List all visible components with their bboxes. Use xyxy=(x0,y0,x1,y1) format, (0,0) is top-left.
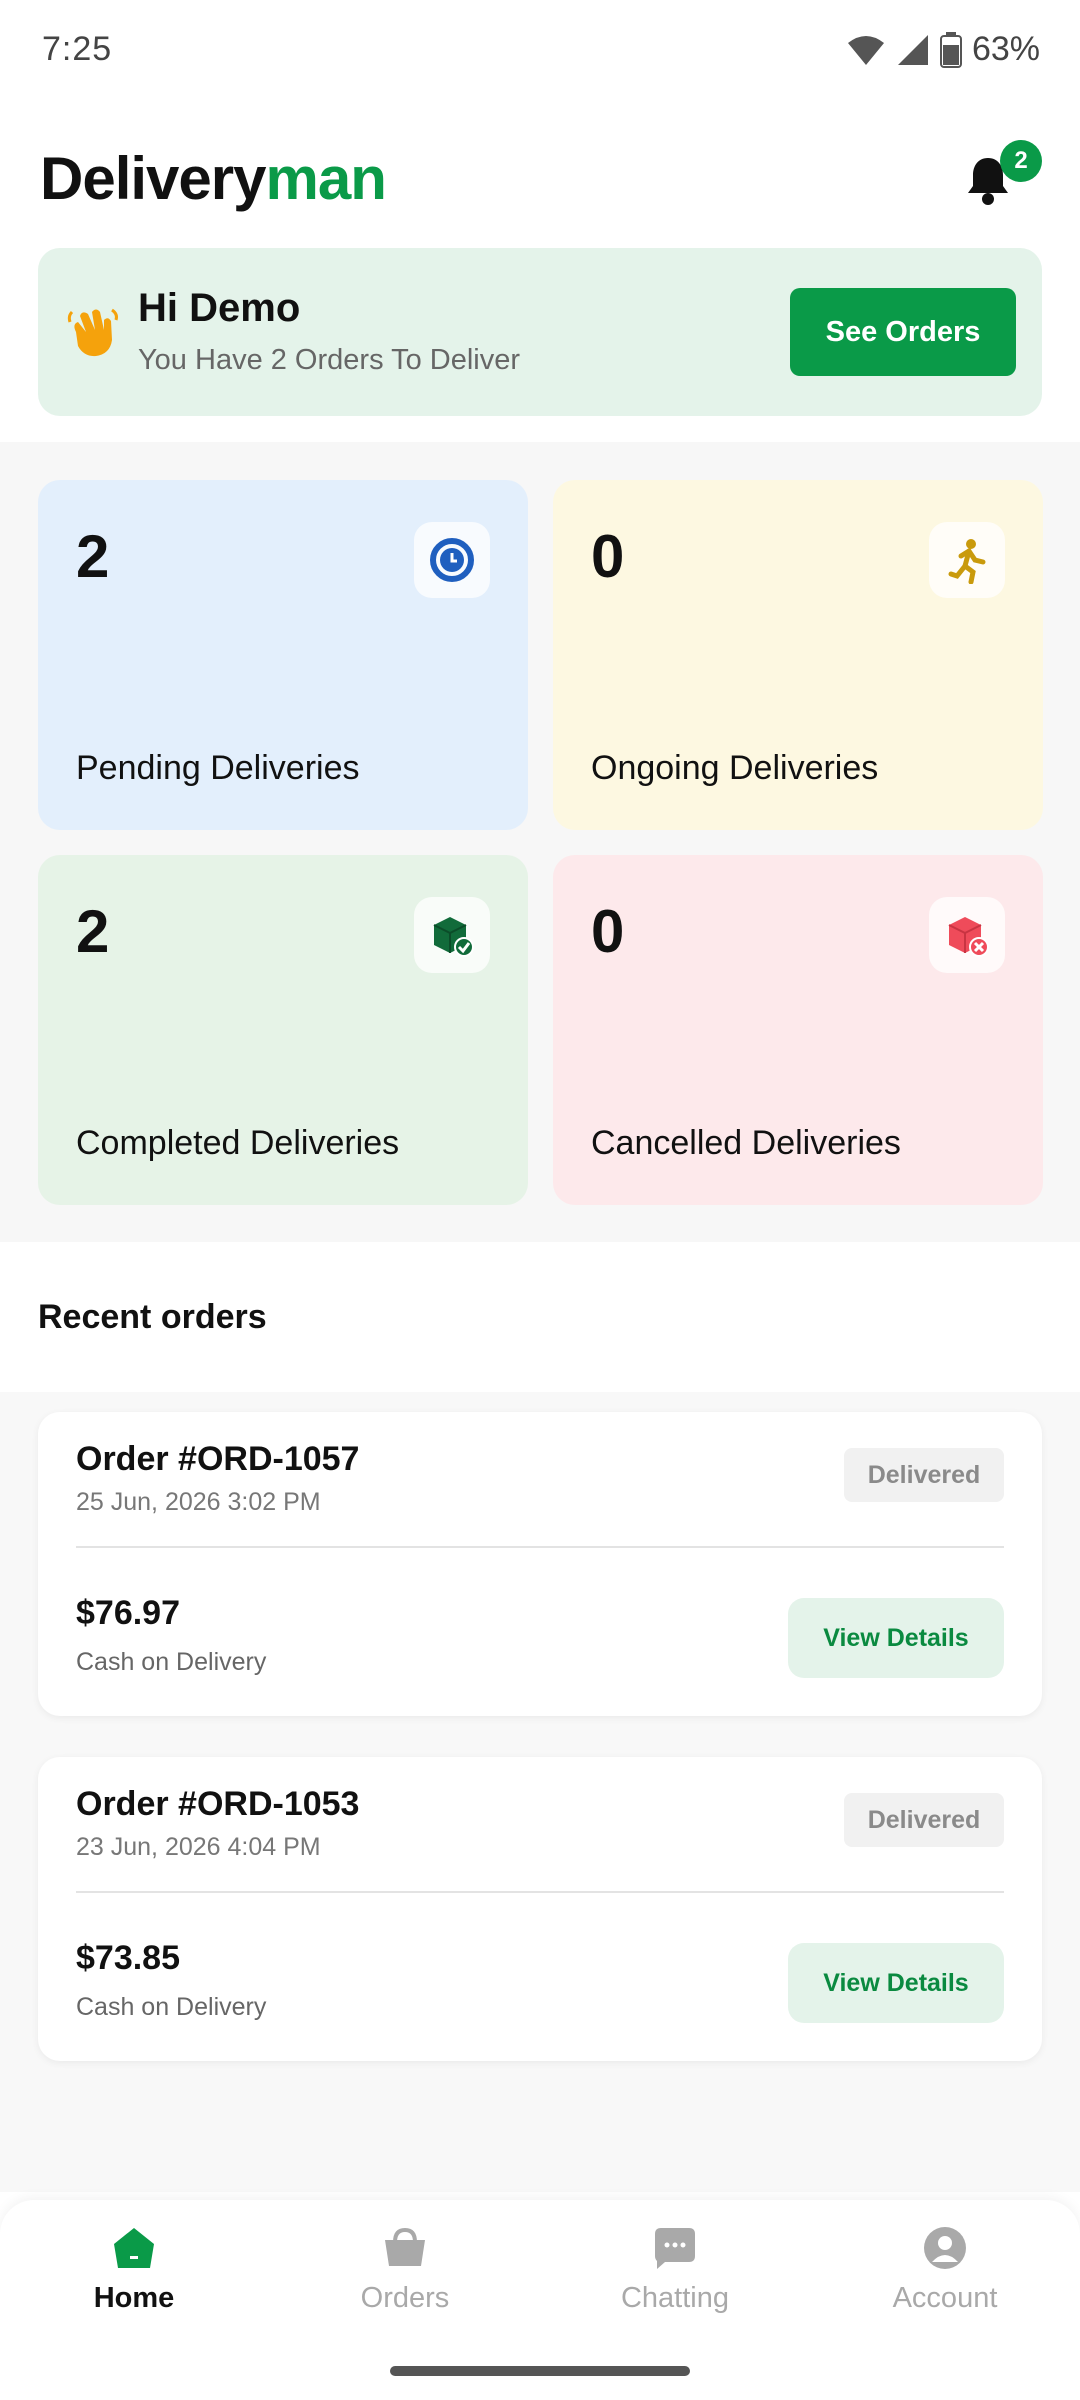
clock-icon xyxy=(414,522,490,598)
basket-icon xyxy=(385,2227,425,2266)
nav-chatting-label: Chatting xyxy=(620,2282,729,2314)
divider xyxy=(76,1546,1004,1548)
order-id: Order #ORD-1053 xyxy=(76,1785,360,1823)
ongoing-deliveries-card[interactable]: 0 Ongoing Deliveries xyxy=(553,480,1043,830)
pending-count: 2 xyxy=(76,523,110,590)
ongoing-label: Ongoing Deliveries xyxy=(591,749,879,787)
notification-badge: 2 xyxy=(1000,140,1042,182)
order-amount: $73.85 xyxy=(76,1939,180,1977)
status-time: 7:25 xyxy=(42,30,113,68)
chat-icon xyxy=(655,2228,695,2269)
nav-orders[interactable]: Orders xyxy=(295,2224,515,2334)
nav-account[interactable]: Account xyxy=(835,2224,1055,2334)
pending-label: Pending Deliveries xyxy=(76,749,360,787)
box-cancel-icon xyxy=(929,897,1005,973)
cancelled-label: Cancelled Deliveries xyxy=(591,1124,901,1162)
nav-orders-label: Orders xyxy=(360,2282,450,2314)
cancelled-count: 0 xyxy=(591,898,625,965)
order-id: Order #ORD-1057 xyxy=(76,1440,360,1478)
nav-account-label: Account xyxy=(892,2282,998,2314)
status-icons: 63% xyxy=(846,30,1040,69)
app-title-part2: man xyxy=(265,145,387,212)
battery-percent: 63% xyxy=(971,30,1040,68)
greeting-title: Hi Demo xyxy=(138,286,301,330)
view-details-button[interactable]: View Details xyxy=(788,1943,1004,2023)
notifications-button[interactable]: 2 xyxy=(956,140,1042,212)
waving-hand-icon xyxy=(67,308,118,357)
cancelled-deliveries-card[interactable]: 0 Cancelled Deliveries xyxy=(553,855,1043,1205)
nav-home[interactable]: Home xyxy=(24,2224,244,2334)
view-details-button[interactable]: View Details xyxy=(788,1598,1004,1678)
payment-method: Cash on Delivery xyxy=(76,1993,267,2021)
greeting-card: Hi Demo You Have 2 Orders To Deliver See… xyxy=(38,248,1042,416)
account-icon xyxy=(924,2227,966,2269)
battery-icon xyxy=(939,31,962,68)
pending-deliveries-card[interactable]: 2 Pending Deliveries xyxy=(38,480,528,830)
order-card[interactable]: Order #ORD-1057 25 Jun, 2026 3:02 PM Del… xyxy=(38,1412,1042,1716)
nav-home-label: Home xyxy=(93,2282,175,2314)
completed-label: Completed Deliveries xyxy=(76,1124,400,1162)
wifi-icon xyxy=(847,35,884,65)
order-date: 25 Jun, 2026 3:02 PM xyxy=(76,1488,321,1516)
status-badge: Delivered xyxy=(844,1448,1004,1502)
see-orders-button[interactable]: See Orders xyxy=(790,288,1016,376)
ongoing-count: 0 xyxy=(591,523,625,590)
divider xyxy=(76,1891,1004,1893)
status-bar: 7:25 63% xyxy=(0,0,1080,100)
signal-icon xyxy=(897,34,928,65)
recent-orders-title: Recent orders xyxy=(38,1298,267,1336)
status-badge: Delivered xyxy=(844,1793,1004,1847)
completed-deliveries-card[interactable]: 2 Completed Deliveries xyxy=(38,855,528,1205)
home-icon xyxy=(114,2228,154,2268)
order-amount: $76.97 xyxy=(76,1594,180,1632)
completed-count: 2 xyxy=(76,898,110,965)
app-title: Deliveryman xyxy=(40,144,387,213)
order-date: 23 Jun, 2026 4:04 PM xyxy=(76,1833,321,1861)
app-title-part1: Delivery xyxy=(40,145,266,212)
greeting-subtitle: You Have 2 Orders To Deliver xyxy=(138,344,521,376)
running-person-icon xyxy=(929,522,1005,598)
app-header: Deliveryman 2 xyxy=(0,130,1080,230)
home-indicator[interactable] xyxy=(390,2366,690,2376)
payment-method: Cash on Delivery xyxy=(76,1648,267,1676)
box-check-icon xyxy=(414,897,490,973)
order-card[interactable]: Order #ORD-1053 23 Jun, 2026 4:04 PM Del… xyxy=(38,1757,1042,2061)
app-screen: 7:25 63% Deliveryman 2 Hi Demo You Have … xyxy=(0,0,1080,2400)
nav-chatting[interactable]: Chatting xyxy=(565,2224,785,2334)
